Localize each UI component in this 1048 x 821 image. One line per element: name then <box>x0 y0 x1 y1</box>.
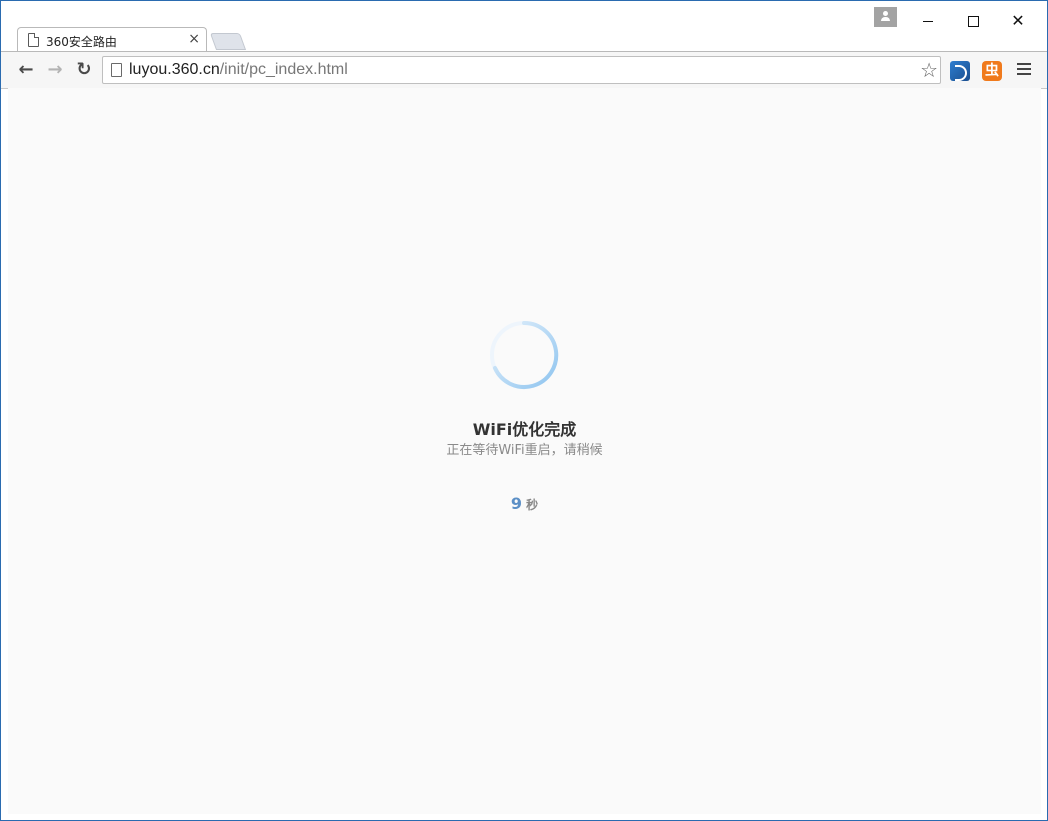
page-icon <box>28 33 39 47</box>
browser-window: 360安全路由 × ✕ ← → ↻ luyou.360.cn/init/pc_i… <box>0 0 1048 821</box>
tab-close-icon[interactable]: × <box>188 31 200 47</box>
status-title: WiFi优化完成 <box>472 420 577 439</box>
menu-hamburger-icon[interactable] <box>1017 63 1031 77</box>
close-button[interactable]: ✕ <box>996 9 1040 33</box>
minimize-icon <box>923 21 933 22</box>
tab-title: 360安全路由 <box>46 35 117 49</box>
loading-spinner-icon <box>490 320 559 389</box>
extension-360-icon[interactable] <box>950 61 970 81</box>
profile-button[interactable] <box>874 7 897 27</box>
bookmark-star-icon[interactable]: ☆ <box>920 57 938 83</box>
back-button[interactable]: ← <box>15 59 37 81</box>
minimize-button[interactable] <box>906 9 950 33</box>
page-info-icon[interactable] <box>111 63 122 77</box>
extension-orange-icon[interactable]: 虫 <box>982 61 1002 81</box>
tab-active[interactable]: 360安全路由 × <box>17 27 207 52</box>
page-content: WiFi优化完成 正在等待WiFi重启，请稍候 9秒 <box>8 88 1041 814</box>
new-tab-button[interactable] <box>209 33 247 50</box>
browser-toolbar: ← → ↻ luyou.360.cn/init/pc_index.html ☆ … <box>1 51 1047 89</box>
avatar-icon-body <box>881 17 890 21</box>
title-bar: 360安全路由 × ✕ <box>1 1 1047 52</box>
countdown-value: 9 <box>510 494 523 513</box>
maximize-button[interactable] <box>951 9 995 33</box>
avatar-icon <box>883 11 888 16</box>
url-text[interactable]: luyou.360.cn/init/pc_index.html <box>129 60 348 80</box>
reload-button[interactable]: ↻ <box>73 59 95 81</box>
address-bar[interactable]: luyou.360.cn/init/pc_index.html ☆ <box>102 56 941 84</box>
url-host: luyou.360.cn <box>129 61 220 78</box>
status-subtitle: 正在等待WiFi重启，请稍候 <box>446 443 603 458</box>
maximize-icon <box>967 16 979 27</box>
url-path: /init/pc_index.html <box>219 61 348 78</box>
countdown-unit: 秒 <box>526 498 539 512</box>
countdown: 9秒 <box>8 494 1041 513</box>
forward-button[interactable]: → <box>44 59 66 81</box>
